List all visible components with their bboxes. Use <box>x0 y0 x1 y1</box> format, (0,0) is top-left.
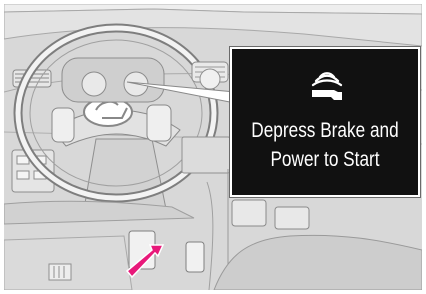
meter-cluster <box>61 57 165 103</box>
message-callout: Depress Brake and Power to Start <box>229 46 421 198</box>
steering-left-buttons <box>51 107 75 143</box>
start-button-area <box>199 68 221 90</box>
console-controls <box>231 199 267 227</box>
key-fob-signal-icon <box>311 72 343 100</box>
accelerator-pedal <box>185 241 205 273</box>
illustration-frame: Depress Brake and Power to Start <box>4 4 422 290</box>
callout-line-2: Power to Start <box>270 148 380 171</box>
callout-line-1: Depress Brake and <box>251 119 399 142</box>
steering-right-buttons <box>146 104 172 142</box>
callout-message: Depress Brake and Power to Start <box>249 116 402 174</box>
